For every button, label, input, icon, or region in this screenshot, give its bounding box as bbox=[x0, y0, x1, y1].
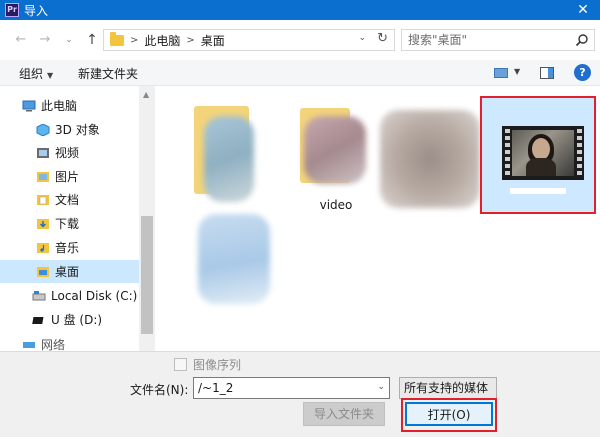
preview-pane-icon[interactable] bbox=[540, 67, 554, 79]
image-sequence-checkbox[interactable] bbox=[174, 358, 187, 371]
search-input[interactable] bbox=[402, 30, 562, 50]
video-thumbnail bbox=[502, 126, 584, 180]
up-arrow-icon[interactable]: ↑ bbox=[84, 32, 100, 48]
tree-item-label: 图片 bbox=[55, 170, 80, 184]
usb-drive-icon bbox=[32, 316, 44, 324]
file-item-video[interactable]: video bbox=[286, 94, 386, 212]
tree-item-label: 此电脑 bbox=[41, 99, 78, 113]
tree-item-usb-drive-d[interactable]: U 盘 (D:) bbox=[0, 308, 139, 331]
breadcrumb-separator: > bbox=[186, 34, 195, 46]
bottom-panel: 图像序列 文件名(N): ⌄ 所有支持的媒体 导入文件夹 打开(O) bbox=[0, 351, 600, 437]
network-icon bbox=[23, 342, 35, 348]
tree-item-desktop[interactable]: 桌面 bbox=[0, 260, 139, 283]
music-folder-icon bbox=[37, 242, 49, 253]
chevron-down-icon[interactable]: ⌄ bbox=[377, 382, 385, 392]
title-bar: Pr 导入 ✕ bbox=[0, 0, 600, 20]
file-type-select[interactable]: 所有支持的媒体 bbox=[399, 377, 497, 399]
refresh-icon[interactable]: ↻ bbox=[377, 31, 388, 46]
tree-item-videos[interactable]: 视频 bbox=[0, 141, 139, 164]
new-folder-button[interactable]: 新建文件夹 bbox=[78, 65, 138, 82]
toolbar: 组织 ▼ 新建文件夹 ▼ ? bbox=[0, 60, 600, 86]
back-arrow-icon[interactable]: ← bbox=[13, 32, 29, 48]
filename-label: 文件名(N): bbox=[130, 383, 189, 397]
tree-item-downloads[interactable]: 下载 bbox=[0, 212, 139, 235]
scroll-up-icon[interactable]: ▲ bbox=[143, 90, 149, 99]
film-strip bbox=[502, 126, 512, 180]
pictures-folder-icon bbox=[37, 171, 49, 182]
address-dropdown-icon[interactable]: ⌄ bbox=[358, 33, 366, 43]
file-name: video bbox=[319, 198, 353, 212]
image-sequence-label: 图像序列 bbox=[193, 358, 242, 372]
filename-combobox[interactable]: ⌄ bbox=[193, 377, 390, 399]
tree-item-label: 桌面 bbox=[55, 265, 80, 279]
tree-item-label: 网络 bbox=[41, 337, 66, 352]
view-options-icon[interactable] bbox=[494, 68, 508, 78]
address-row: ← → ⌄ ↑ > 此电脑 > 桌面 ⌄ ↻ bbox=[0, 20, 600, 60]
tree-item-label: 视频 bbox=[55, 146, 80, 160]
scroll-thumb[interactable] bbox=[141, 216, 153, 334]
file-item[interactable] bbox=[380, 94, 480, 208]
organize-label: 组织 bbox=[19, 67, 44, 81]
blurred-thumbnail bbox=[380, 110, 480, 208]
file-name-redacted bbox=[510, 188, 566, 194]
download-folder-icon bbox=[37, 218, 49, 229]
search-icon[interactable] bbox=[575, 33, 589, 47]
recent-locations-chevron-icon[interactable]: ⌄ bbox=[61, 32, 77, 48]
tree-item-local-disk-c[interactable]: Local Disk (C:) bbox=[0, 284, 139, 307]
navigation-pane: 此电脑 3D 对象 视频 图片 文档 下载 音乐 桌面 Local Disk (… bbox=[0, 86, 155, 351]
video-folder-icon bbox=[37, 147, 49, 158]
tree-item-pictures[interactable]: 图片 bbox=[0, 165, 139, 188]
selected-video-file[interactable] bbox=[480, 96, 596, 214]
tree-item-label: 下载 bbox=[55, 217, 80, 231]
folder-icon bbox=[110, 31, 124, 46]
filename-input[interactable] bbox=[194, 378, 369, 398]
tree-item-music[interactable]: 音乐 bbox=[0, 236, 139, 259]
premiere-app-icon: Pr bbox=[5, 3, 19, 17]
search-box[interactable] bbox=[401, 29, 595, 51]
nav-scrollbar[interactable]: ▲ bbox=[139, 86, 155, 351]
breadcrumb-separator: > bbox=[130, 34, 139, 46]
tree-item-label: 3D 对象 bbox=[55, 123, 100, 137]
image-sequence-option: 图像序列 bbox=[174, 356, 241, 373]
video-frame bbox=[512, 130, 574, 176]
tree-item-label: Local Disk (C:) bbox=[51, 288, 138, 303]
file-item[interactable] bbox=[186, 94, 286, 204]
tree-item-label: 文档 bbox=[55, 193, 80, 207]
documents-folder-icon bbox=[37, 194, 49, 205]
tree-item-label: U 盘 (D:) bbox=[51, 313, 103, 327]
cube-icon bbox=[36, 123, 50, 136]
tree-item-this-pc[interactable]: 此电脑 bbox=[0, 94, 139, 117]
file-item[interactable] bbox=[188, 214, 288, 324]
forward-arrow-icon[interactable]: → bbox=[37, 32, 53, 48]
blurred-thumbnail bbox=[204, 116, 254, 202]
tree-item-label: 音乐 bbox=[55, 241, 80, 255]
tree-item-network[interactable]: 网络 bbox=[0, 337, 139, 351]
computer-icon bbox=[22, 100, 36, 111]
address-bar[interactable]: > 此电脑 > 桌面 ⌄ ↻ bbox=[103, 29, 395, 51]
disk-icon bbox=[32, 290, 46, 300]
chevron-down-icon[interactable]: ▼ bbox=[514, 67, 520, 76]
open-button-highlight bbox=[401, 398, 497, 432]
tree-item-documents[interactable]: 文档 bbox=[0, 188, 139, 211]
desktop-folder-icon bbox=[37, 266, 49, 277]
import-folder-button[interactable]: 导入文件夹 bbox=[303, 402, 385, 426]
film-strip bbox=[574, 126, 584, 180]
breadcrumb-desktop[interactable]: 桌面 bbox=[201, 32, 225, 49]
close-button[interactable]: ✕ bbox=[574, 1, 592, 19]
chevron-down-icon: ▼ bbox=[47, 71, 54, 80]
blurred-thumbnail bbox=[198, 214, 270, 304]
organize-button[interactable]: 组织 ▼ bbox=[19, 65, 53, 82]
window-title: 导入 bbox=[24, 3, 49, 18]
blurred-thumbnail bbox=[304, 116, 366, 184]
help-icon[interactable]: ? bbox=[574, 64, 591, 81]
breadcrumb-this-pc[interactable]: 此电脑 bbox=[144, 32, 180, 49]
tree-item-3d-objects[interactable]: 3D 对象 bbox=[0, 118, 139, 141]
